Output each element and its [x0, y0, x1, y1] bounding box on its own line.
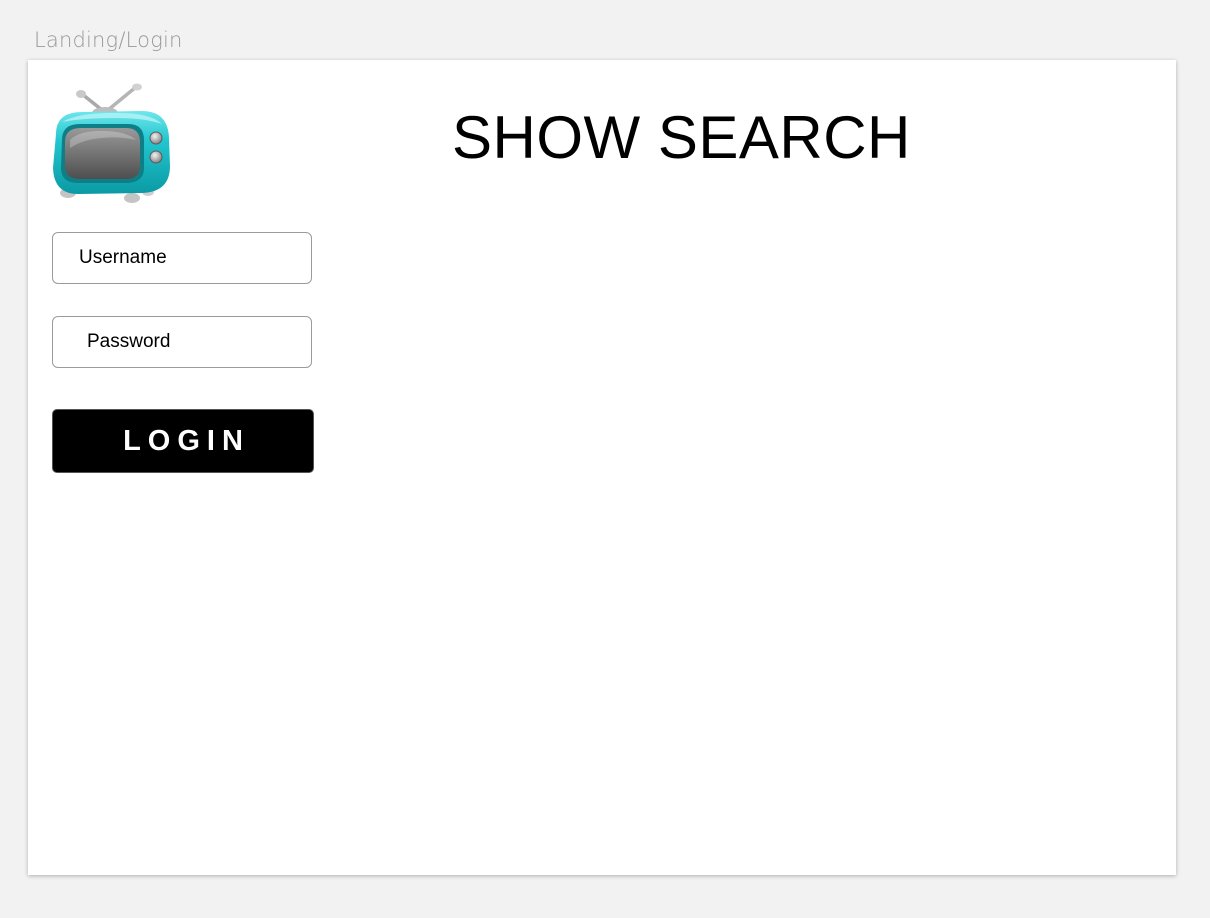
page-title: SHOW SEARCH [452, 104, 911, 171]
login-button[interactable]: LOGIN [52, 409, 314, 473]
username-field[interactable] [53, 233, 311, 283]
retro-tv-icon [50, 82, 174, 206]
password-field-container [52, 316, 312, 368]
artboard-label: Landing/Login [34, 28, 183, 52]
landing-login-artboard: SHOW SEARCH LOGIN [28, 60, 1176, 875]
username-field-container [52, 232, 312, 284]
password-field[interactable] [53, 317, 311, 367]
